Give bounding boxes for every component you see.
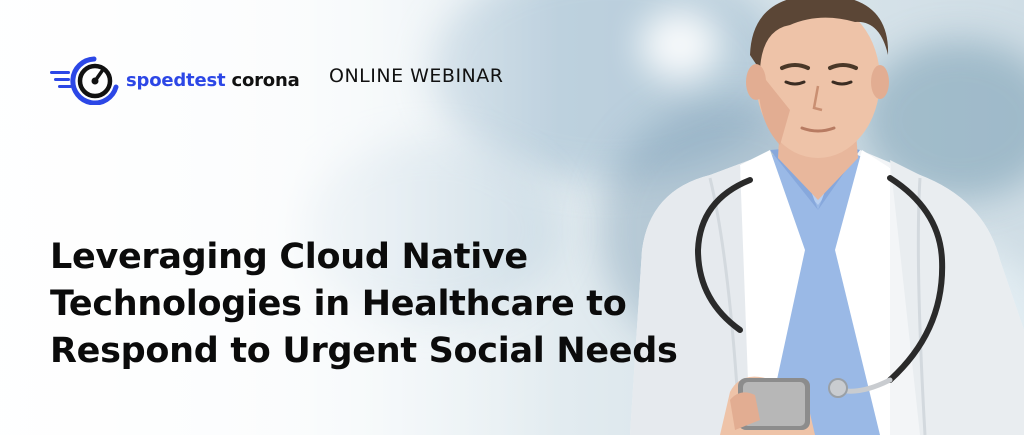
headline-line-3: Respond to Urgent Social Needs bbox=[50, 331, 678, 371]
headline-line-1: Leveraging Cloud Native bbox=[50, 237, 528, 277]
speedometer-icon bbox=[50, 56, 119, 105]
headline-line-2: Technologies in Healthcare to bbox=[50, 284, 627, 324]
brand-wordmark: spoedtest corona bbox=[126, 70, 300, 91]
brand-logo[interactable]: spoedtest corona bbox=[50, 55, 300, 105]
brand-name-part1: spoedtest bbox=[126, 69, 226, 91]
page-title: Leveraging Cloud Native Technologies in … bbox=[50, 234, 810, 375]
brand-name-part2: corona bbox=[231, 69, 300, 91]
webinar-banner: spoedtest corona ONLINE WEBINAR Leveragi… bbox=[0, 0, 1024, 435]
event-label: ONLINE WEBINAR bbox=[329, 65, 504, 87]
